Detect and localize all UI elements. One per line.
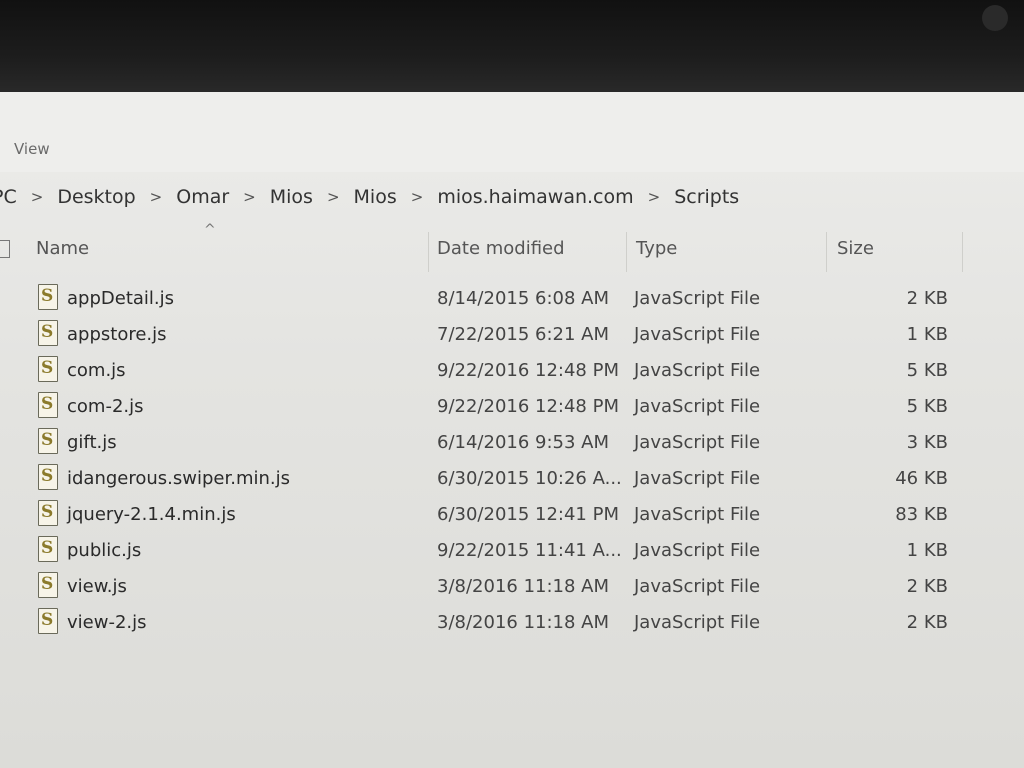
table-row[interactable]: S appstore.js 7/22/2015 6:21 AM JavaScri…	[0, 318, 1024, 354]
javascript-file-icon: S	[38, 320, 58, 346]
javascript-file-icon: S	[38, 392, 58, 418]
chevron-right-icon[interactable]: >	[327, 188, 340, 206]
select-all-checkbox[interactable]	[0, 240, 10, 258]
file-name[interactable]: com.js	[67, 360, 126, 381]
breadcrumb-site[interactable]: mios.haimawan.com	[437, 186, 633, 208]
chevron-right-icon[interactable]: >	[648, 188, 661, 206]
ribbon: View	[0, 92, 1024, 172]
breadcrumb-desktop[interactable]: Desktop	[57, 186, 135, 208]
file-name[interactable]: public.js	[67, 540, 141, 561]
tab-view[interactable]: View	[14, 140, 50, 158]
chevron-right-icon[interactable]: >	[31, 188, 44, 206]
chevron-right-icon[interactable]: >	[411, 188, 424, 206]
file-size: 1 KB	[906, 324, 948, 345]
column-divider[interactable]	[826, 232, 827, 272]
file-type: JavaScript File	[634, 576, 761, 597]
breadcrumb-mios[interactable]: Mios	[270, 186, 313, 208]
file-date: 7/22/2015 6:21 AM	[437, 324, 610, 345]
file-type: JavaScript File	[634, 324, 761, 345]
webcam	[982, 5, 1008, 31]
file-size: 46 KB	[895, 468, 948, 489]
breadcrumb-omar[interactable]: Omar	[176, 186, 229, 208]
table-row[interactable]: S view.js 3/8/2016 11:18 AM JavaScript F…	[0, 570, 1024, 606]
file-size: 2 KB	[906, 288, 948, 309]
column-header-row: ^ Name Date modified Type Size	[0, 222, 1024, 272]
file-size: 83 KB	[895, 504, 948, 525]
file-explorer-window: View PC > Desktop > Omar > Mios > Mios >…	[0, 92, 1024, 768]
column-header-type[interactable]: Type	[636, 238, 677, 259]
file-date: 3/8/2016 11:18 AM	[437, 576, 610, 597]
file-type: JavaScript File	[634, 288, 761, 309]
file-type: JavaScript File	[634, 396, 761, 417]
file-type: JavaScript File	[634, 540, 761, 561]
column-header-name[interactable]: Name	[36, 238, 89, 259]
column-header-date[interactable]: Date modified	[437, 238, 565, 259]
table-row[interactable]: S view-2.js 3/8/2016 11:18 AM JavaScript…	[0, 606, 1024, 642]
breadcrumb[interactable]: PC > Desktop > Omar > Mios > Mios > mios…	[0, 180, 1024, 214]
breadcrumb-scripts[interactable]: Scripts	[674, 186, 739, 208]
table-row[interactable]: S public.js 9/22/2015 11:41 A... JavaScr…	[0, 534, 1024, 570]
javascript-file-icon: S	[38, 356, 58, 382]
file-name[interactable]: view-2.js	[67, 612, 147, 633]
file-size: 1 KB	[906, 540, 948, 561]
javascript-file-icon: S	[38, 572, 58, 598]
javascript-file-icon: S	[38, 536, 58, 562]
monitor-bezel	[0, 0, 1024, 96]
file-name[interactable]: appDetail.js	[67, 288, 174, 309]
javascript-file-icon: S	[38, 608, 58, 634]
file-size: 5 KB	[906, 396, 948, 417]
column-header-size[interactable]: Size	[837, 238, 874, 259]
file-name[interactable]: appstore.js	[67, 324, 167, 345]
column-divider[interactable]	[626, 232, 627, 272]
table-row[interactable]: S com.js 9/22/2016 12:48 PM JavaScript F…	[0, 354, 1024, 390]
chevron-right-icon[interactable]: >	[150, 188, 163, 206]
chevron-right-icon[interactable]: >	[243, 188, 256, 206]
table-row[interactable]: S idangerous.swiper.min.js 6/30/2015 10:…	[0, 462, 1024, 498]
table-row[interactable]: S appDetail.js 8/14/2015 6:08 AM JavaScr…	[0, 282, 1024, 318]
column-divider[interactable]	[962, 232, 963, 272]
file-list: S appDetail.js 8/14/2015 6:08 AM JavaScr…	[0, 282, 1024, 642]
file-type: JavaScript File	[634, 612, 761, 633]
file-size: 5 KB	[906, 360, 948, 381]
file-size: 2 KB	[906, 612, 948, 633]
javascript-file-icon: S	[38, 464, 58, 490]
file-date: 6/30/2015 12:41 PM	[437, 504, 619, 525]
file-date: 9/22/2016 12:48 PM	[437, 396, 619, 417]
file-type: JavaScript File	[634, 504, 761, 525]
table-row[interactable]: S gift.js 6/14/2016 9:53 AM JavaScript F…	[0, 426, 1024, 462]
column-divider[interactable]	[428, 232, 429, 272]
breadcrumb-mios-2[interactable]: Mios	[354, 186, 397, 208]
sort-ascending-icon: ^	[204, 222, 216, 238]
table-row[interactable]: S com-2.js 9/22/2016 12:48 PM JavaScript…	[0, 390, 1024, 426]
file-date: 3/8/2016 11:18 AM	[437, 612, 610, 633]
file-name[interactable]: idangerous.swiper.min.js	[67, 468, 290, 489]
file-date: 9/22/2016 12:48 PM	[437, 360, 619, 381]
file-size: 3 KB	[906, 432, 948, 453]
file-name[interactable]: com-2.js	[67, 396, 144, 417]
file-date: 6/30/2015 10:26 A...	[437, 468, 622, 489]
file-date: 8/14/2015 6:08 AM	[437, 288, 610, 309]
table-row[interactable]: S jquery-2.1.4.min.js 6/30/2015 12:41 PM…	[0, 498, 1024, 534]
file-size: 2 KB	[906, 576, 948, 597]
javascript-file-icon: S	[38, 500, 58, 526]
file-date: 9/22/2015 11:41 A...	[437, 540, 622, 561]
file-type: JavaScript File	[634, 432, 761, 453]
javascript-file-icon: S	[38, 428, 58, 454]
file-name[interactable]: gift.js	[67, 432, 117, 453]
file-name[interactable]: view.js	[67, 576, 127, 597]
file-type: JavaScript File	[634, 360, 761, 381]
file-type: JavaScript File	[634, 468, 761, 489]
file-name[interactable]: jquery-2.1.4.min.js	[67, 504, 236, 525]
breadcrumb-pc[interactable]: PC	[0, 186, 17, 208]
file-date: 6/14/2016 9:53 AM	[437, 432, 610, 453]
javascript-file-icon: S	[38, 284, 58, 310]
